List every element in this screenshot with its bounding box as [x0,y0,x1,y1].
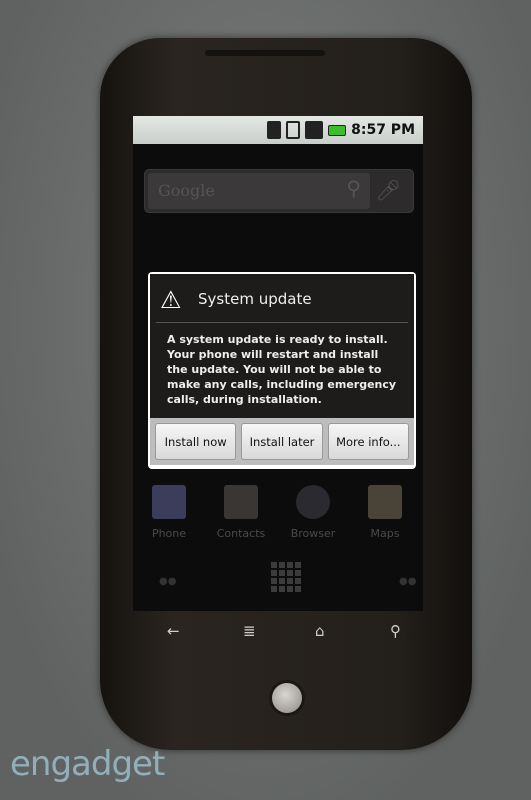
more-info-button[interactable]: More info... [327,423,409,460]
home-icon[interactable]: ⌂ [315,622,325,640]
app-drawer-icon[interactable] [271,562,301,592]
app-maps[interactable]: Maps [349,482,421,540]
app-contacts[interactable]: Contacts [205,482,277,540]
install-now-button[interactable]: Install now [155,423,237,460]
search-input[interactable]: Google [148,173,370,209]
page-indicator-left: ●● [159,576,177,587]
contacts-icon [224,485,258,519]
dock: Phone Contacts Browser Maps [133,482,423,540]
search-icon[interactable]: ⚲ [346,176,361,200]
maps-icon [368,485,402,519]
browser-icon [296,485,330,519]
google-search-widget[interactable]: Google ⚲ 🎤︎ [144,169,414,213]
microphone-icon[interactable]: 🎤︎ [376,178,401,202]
phone-icon [152,485,186,519]
status-bar[interactable]: 8:57 PM [133,116,423,144]
divider [156,322,408,323]
warning-icon: ⚠ [160,286,182,314]
install-later-button[interactable]: Install later [241,423,323,460]
signal-icon [305,121,324,139]
back-icon[interactable]: ← [167,622,180,640]
earpiece [205,50,325,56]
search-key-icon[interactable]: ⚲ [390,622,401,640]
app-browser[interactable]: Browser [277,482,349,540]
system-update-dialog: ⚠ System update A system update is ready… [148,272,416,469]
dialog-message: A system update is ready to install. You… [167,333,397,406]
battery-icon [328,124,347,136]
page-indicator-right: ●● [399,576,417,587]
screen: 8:57 PM Google ⚲ 🎤︎ Phone Contacts Brows… [133,116,423,611]
sim-icon [286,121,301,139]
dialog-title: System update [198,290,312,308]
trackball[interactable] [272,683,302,713]
menu-icon[interactable]: ≣ [243,622,256,640]
clock: 8:57 PM [351,122,415,138]
wifi-icon [267,121,282,139]
app-phone[interactable]: Phone [133,482,205,540]
engadget-watermark: engadget [10,744,165,784]
